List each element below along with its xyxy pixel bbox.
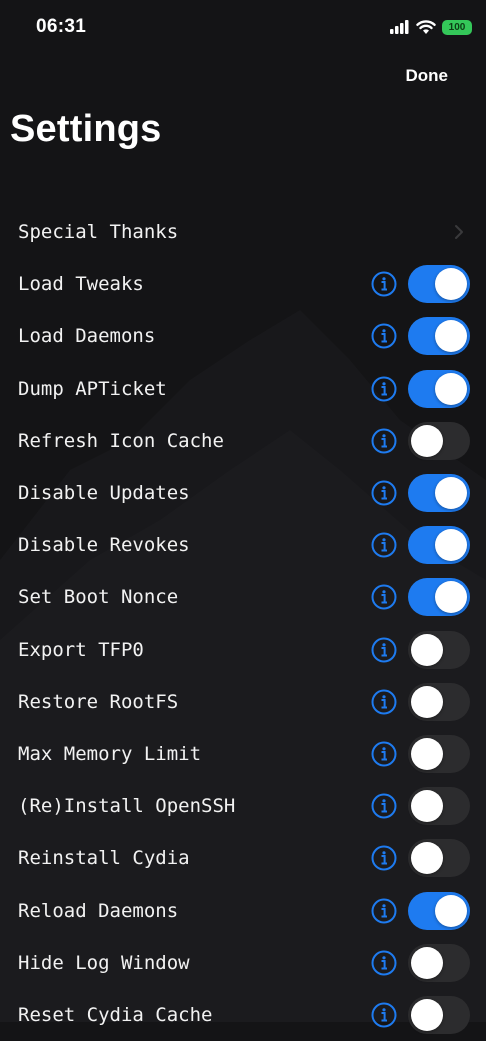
toggle-switch[interactable] — [408, 526, 470, 565]
toggle-knob — [435, 894, 467, 927]
toggle-switch[interactable] — [408, 474, 470, 513]
row-load-daemons: Load Daemons — [0, 310, 486, 362]
row-label: Restore RootFS — [18, 690, 179, 713]
toggle-knob — [411, 685, 443, 718]
info-icon[interactable] — [371, 898, 397, 924]
settings-list: Special Thanks Load Tweaks Load Daemons … — [0, 206, 486, 1041]
info-icon[interactable] — [371, 428, 397, 454]
row-refresh-icon-cache: Refresh Icon Cache — [0, 415, 486, 467]
toggle-knob — [411, 946, 443, 979]
page-title: Settings — [10, 108, 162, 150]
status-time: 06:31 — [36, 16, 87, 37]
toggle-knob — [411, 842, 443, 875]
info-icon[interactable] — [371, 793, 397, 819]
row-disable-revokes: Disable Revokes — [0, 519, 486, 571]
row-label: Set Boot Nonce — [18, 586, 179, 609]
row-disable-updates: Disable Updates — [0, 467, 486, 519]
toggle-switch[interactable] — [408, 943, 470, 982]
row-reset-cydia-cache: Reset Cydia Cache — [0, 989, 486, 1041]
info-icon[interactable] — [371, 845, 397, 871]
row-label: Reload Daemons — [18, 899, 179, 922]
cellular-signal-icon — [390, 20, 409, 34]
toggle-switch[interactable] — [408, 995, 470, 1034]
toggle-knob — [411, 424, 443, 457]
info-icon[interactable] — [371, 532, 397, 558]
row-reinstall-cydia: Reinstall Cydia — [0, 832, 486, 884]
row-max-memory-limit: Max Memory Limit — [0, 728, 486, 780]
toggle-knob — [411, 633, 443, 666]
row-label: Dump APTicket — [18, 377, 167, 400]
info-icon[interactable] — [371, 376, 397, 402]
row-reinstall-openssh: (Re)Install OpenSSH — [0, 780, 486, 832]
wifi-icon — [416, 19, 436, 34]
row-label: Disable Updates — [18, 482, 190, 505]
row-label: Load Daemons — [18, 325, 156, 348]
row-label: Reinstall Cydia — [18, 847, 190, 870]
row-dump-apticket: Dump APTicket — [0, 363, 486, 415]
toggle-knob — [435, 529, 467, 562]
toggle-knob — [435, 581, 467, 614]
status-bar: 06:31 100 — [0, 0, 486, 54]
toggle-knob — [411, 737, 443, 770]
toggle-switch[interactable] — [408, 891, 470, 930]
info-icon[interactable] — [371, 689, 397, 715]
toggle-switch[interactable] — [408, 630, 470, 669]
toggle-switch[interactable] — [408, 578, 470, 617]
row-label: Disable Revokes — [18, 534, 190, 557]
row-label: Load Tweaks — [18, 273, 144, 296]
toggle-knob — [411, 790, 443, 823]
row-reload-daemons: Reload Daemons — [0, 884, 486, 936]
row-label: (Re)Install OpenSSH — [18, 795, 236, 818]
toggle-knob — [435, 268, 467, 301]
info-icon[interactable] — [371, 323, 397, 349]
row-label: Special Thanks — [18, 221, 179, 244]
row-restore-rootfs: Restore RootFS — [0, 676, 486, 728]
row-set-boot-nonce: Set Boot Nonce — [0, 571, 486, 623]
info-icon[interactable] — [371, 584, 397, 610]
toggle-switch[interactable] — [408, 839, 470, 878]
toggle-switch[interactable] — [408, 369, 470, 408]
done-button[interactable]: Done — [406, 66, 449, 86]
info-icon[interactable] — [371, 741, 397, 767]
battery-indicator: 100 — [442, 19, 472, 35]
info-icon[interactable] — [371, 480, 397, 506]
toggle-switch[interactable] — [408, 682, 470, 721]
toggle-switch[interactable] — [408, 317, 470, 356]
row-export-tfp0: Export TFP0 — [0, 624, 486, 676]
info-icon[interactable] — [371, 271, 397, 297]
info-icon[interactable] — [371, 1002, 397, 1028]
info-icon[interactable] — [371, 950, 397, 976]
toggle-switch[interactable] — [408, 734, 470, 773]
toggle-switch[interactable] — [408, 787, 470, 826]
row-label: Reset Cydia Cache — [18, 1003, 213, 1026]
toggle-knob — [411, 998, 443, 1031]
toggle-knob — [435, 477, 467, 510]
toggle-knob — [435, 320, 467, 353]
row-load-tweaks: Load Tweaks — [0, 258, 486, 310]
status-indicators: 100 — [390, 18, 472, 36]
row-label: Export TFP0 — [18, 638, 144, 661]
row-label: Max Memory Limit — [18, 742, 202, 765]
toggle-switch[interactable] — [408, 421, 470, 460]
row-hide-log-window: Hide Log Window — [0, 937, 486, 989]
toggle-knob — [435, 372, 467, 405]
row-label: Refresh Icon Cache — [18, 429, 224, 452]
row-label: Hide Log Window — [18, 951, 190, 974]
info-icon[interactable] — [371, 637, 397, 663]
chevron-right-icon — [455, 225, 463, 240]
toggle-switch[interactable] — [408, 265, 470, 304]
row-special-thanks[interactable]: Special Thanks — [0, 206, 486, 258]
